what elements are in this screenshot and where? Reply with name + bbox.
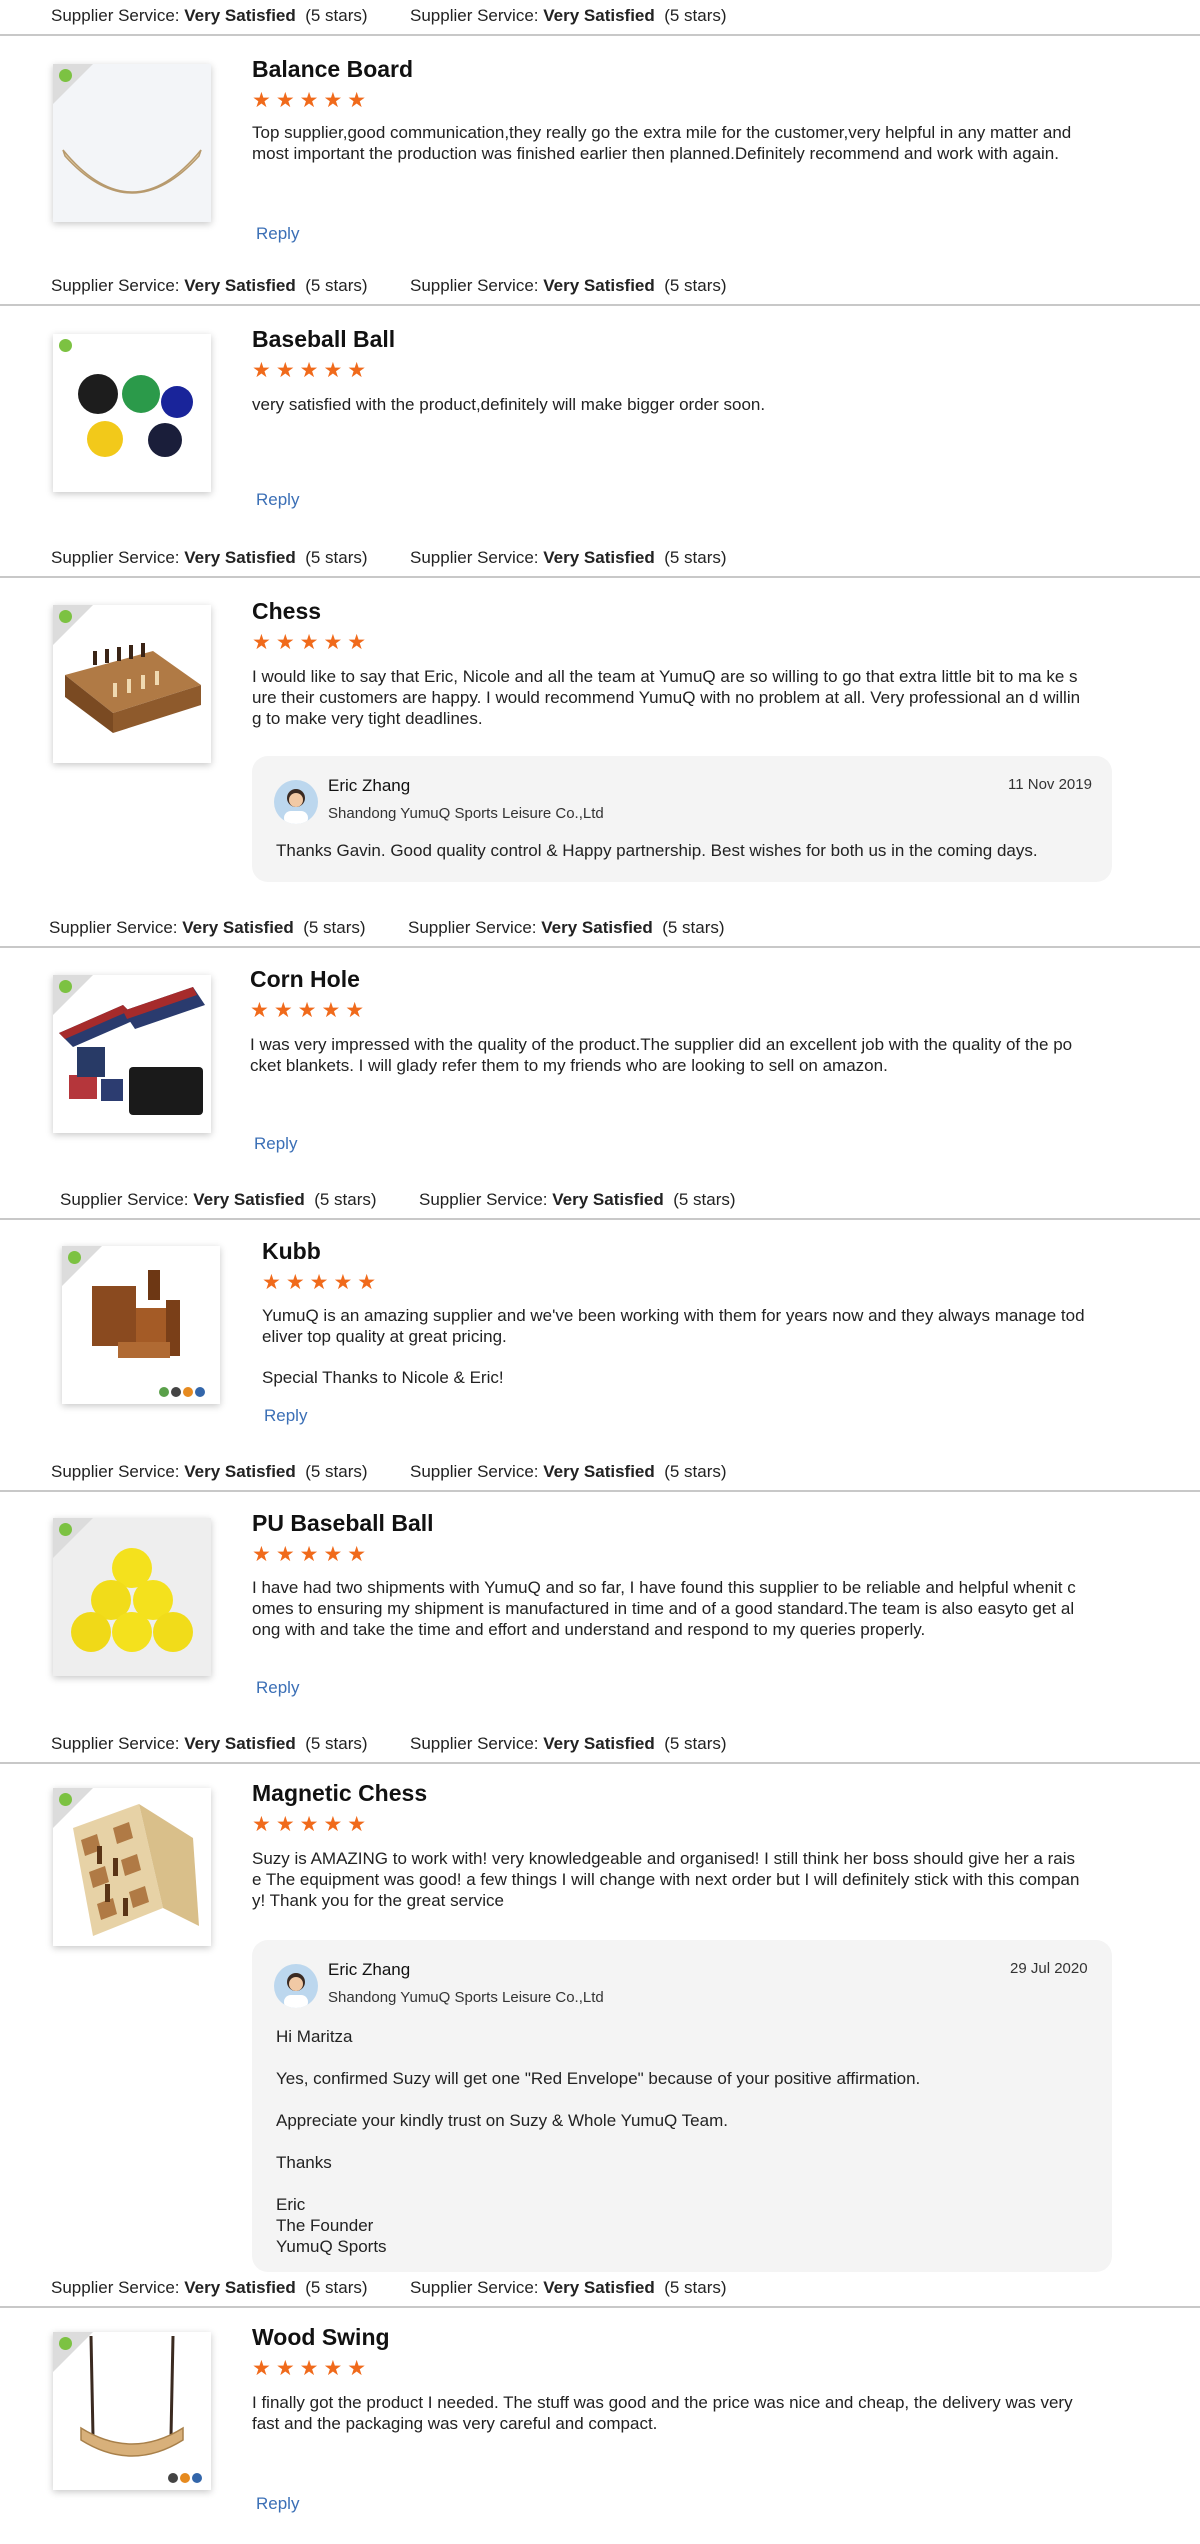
review-text: I finally got the product I needed. The … [252,2393,1073,2433]
supplier-response: Eric Zhang Shandong YumuQ Sports Leisure… [252,1940,1112,2272]
brand-logo-icon [59,339,72,352]
star-rating: ★★★★★ [252,89,372,112]
corner-ribbon [53,1788,93,1828]
star-rating: ★★★★★ [252,359,372,382]
rating-service-secondary: Supplier Service: Very Satisfied (5 star… [419,1190,736,1209]
person-icon [284,1973,308,2008]
brand-logo-icon [59,610,72,623]
review-text: I would like to say that Eric, Nicole an… [252,667,1081,728]
product-title: PU Baseball Ball [252,1510,434,1536]
product-thumbnail[interactable] [53,334,211,492]
reply-link[interactable]: Reply [256,2494,299,2514]
supplier-service-rating-row: Supplier Service: Very Satisfied (5 star… [0,912,1200,948]
brand-logo-icon [59,69,72,82]
product-title: Wood Swing [252,2324,390,2350]
star-rating: ★★★★★ [252,631,372,654]
rating-service-secondary: Supplier Service: Very Satisfied (5 star… [410,1462,727,1481]
product-title: Corn Hole [250,966,360,992]
reply-link[interactable]: Reply [254,1134,297,1154]
product-thumbnail[interactable] [53,975,211,1133]
product-thumbnail[interactable] [53,605,211,763]
review-text: very satisfied with the product,definite… [252,395,766,414]
product-title: Balance Board [252,56,414,82]
response-date: 11 Nov 2019 [1008,776,1092,793]
rating-service-secondary: Supplier Service: Very Satisfied (5 star… [410,1734,727,1753]
reply-link[interactable]: Reply [256,490,299,510]
review-text: I have had two shipments with YumuQ and … [252,1578,1076,1639]
rating-service-secondary: Supplier Service: Very Satisfied (5 star… [408,918,725,937]
rating-service-secondary: Supplier Service: Very Satisfied (5 star… [410,276,727,295]
brand-logo-icon [59,1793,72,1806]
rating-service: Supplier Service: Very Satisfied (5 star… [51,1462,368,1481]
corner-ribbon [62,1246,102,1286]
responder-name: Eric Zhang [328,1960,411,1979]
responder-company: Shandong YumuQ Sports Leisure Co.,Ltd [328,805,604,822]
review-text: Suzy is AMAZING to work with! very knowl… [252,1849,1080,1910]
supplier-service-rating-row: Supplier Service: Very Satisfied (5 star… [0,1456,1200,1492]
rating-service: Supplier Service: Very Satisfied (5 star… [60,1190,377,1209]
rating-service-secondary: Supplier Service: Very Satisfied (5 star… [410,6,727,25]
product-thumbnail[interactable] [53,64,211,222]
product-thumbnail[interactable] [53,2332,211,2490]
review-text: YumuQ is an amazing supplier and we've b… [262,1306,1085,1387]
star-rating: ★★★★★ [250,999,370,1022]
product-title: Chess [252,598,322,624]
response-message: Thanks Gavin. Good quality control & Hap… [276,841,1038,860]
corner-ribbon [53,605,93,645]
reply-link[interactable]: Reply [264,1406,307,1426]
supplier-service-rating-row: Supplier Service: Very Satisfied (5 star… [0,270,1200,306]
review-text: I was very impressed with the quality of… [250,1035,1073,1075]
review-text: Top supplier,good communication,they rea… [252,123,1072,163]
rating-service: Supplier Service: Very Satisfied (5 star… [51,1734,368,1753]
reply-link[interactable]: Reply [256,224,299,244]
rating-service: Supplier Service: Very Satisfied (5 star… [51,548,368,567]
brand-logo-icon [59,980,72,993]
response-date: 29 Jul 2020 [1010,1960,1088,1977]
reviews-page: Supplier Service: Very Satisfied (5 star… [0,0,1200,2544]
star-rating: ★★★★★ [252,1543,372,1566]
supplier-service-rating-row: Supplier Service: Very Satisfied (5 star… [0,1728,1200,1764]
avatar [274,1964,318,2008]
product-thumbnail[interactable] [53,1518,211,1676]
reply-link[interactable]: Reply [256,1678,299,1698]
baseball-balls-image [78,374,193,457]
supplier-service-rating-row: Supplier Service: Very Satisfied (5 star… [0,2272,1200,2308]
rating-service-secondary: Supplier Service: Very Satisfied (5 star… [410,2278,727,2297]
product-title: Magnetic Chess [252,1780,428,1806]
corner-ribbon [53,2332,93,2372]
product-thumbnail[interactable] [62,1246,220,1404]
responder-name: Eric Zhang [328,776,411,795]
rating-service-secondary: Supplier Service: Very Satisfied (5 star… [410,548,727,567]
supplier-service-rating-row: Supplier Service: Very Satisfied (5 star… [0,0,1200,36]
supplier-response: Eric Zhang Shandong YumuQ Sports Leisure… [252,756,1112,882]
rating-service: Supplier Service: Very Satisfied (5 star… [49,918,366,937]
supplier-service-rating-row: Supplier Service: Very Satisfied (5 star… [0,1184,1200,1220]
supplier-service-rating-row: Supplier Service: Very Satisfied (5 star… [0,542,1200,578]
star-rating: ★★★★★ [252,1813,372,1836]
product-title: Kubb [262,1238,321,1264]
brand-logo-icon [59,1523,72,1536]
rating-service: Supplier Service: Very Satisfied (5 star… [51,276,368,295]
rating-service: Supplier Service: Very Satisfied (5 star… [51,2278,368,2297]
corner-ribbon [53,64,93,104]
product-thumbnail[interactable] [53,1788,211,1946]
person-icon [284,789,308,824]
responder-company: Shandong YumuQ Sports Leisure Co.,Ltd [328,1989,604,2006]
star-rating: ★★★★★ [252,2357,372,2380]
response-message: Hi Maritza Yes, confirmed Suzy will get … [276,2027,921,2256]
rating-service: Supplier Service: Very Satisfied (5 star… [51,6,368,25]
avatar [274,780,318,824]
corner-ribbon [53,975,93,1015]
brand-logo-icon [59,2337,72,2350]
star-rating: ★★★★★ [262,1271,382,1294]
corner-ribbon [53,1518,93,1558]
product-title: Baseball Ball [252,326,396,352]
brand-logo-icon [68,1251,81,1264]
